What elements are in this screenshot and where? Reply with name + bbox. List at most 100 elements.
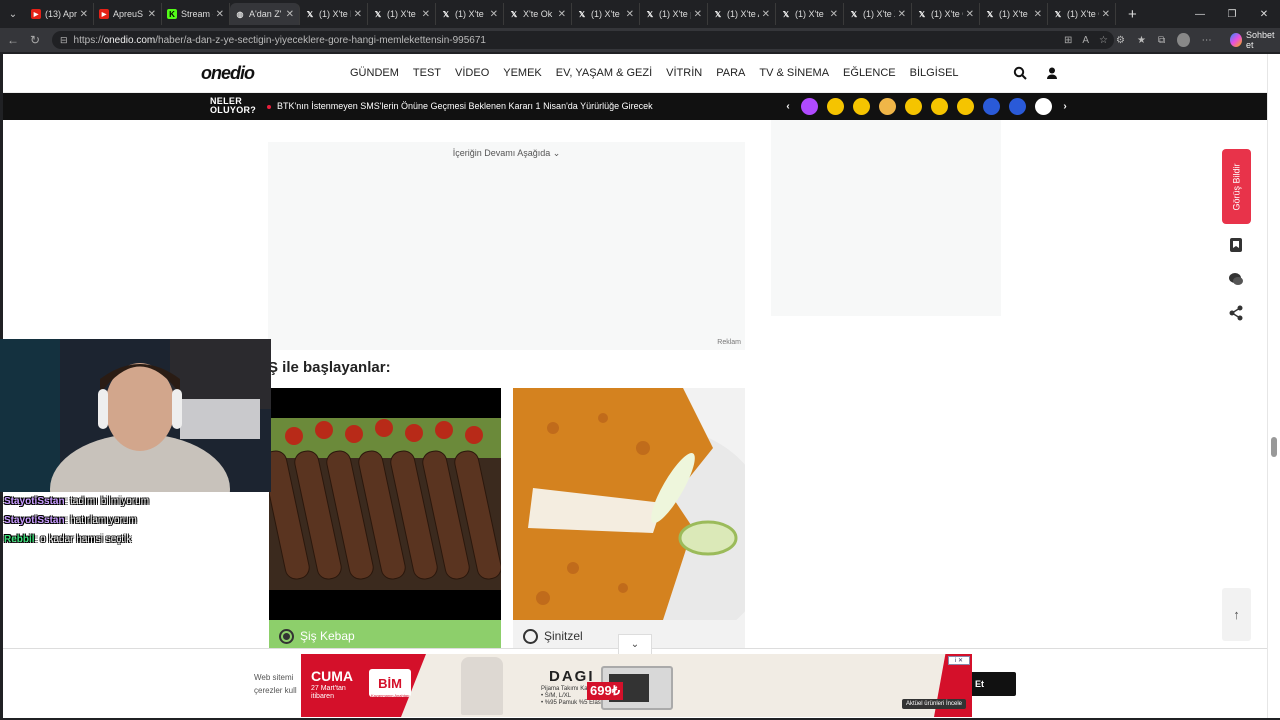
collapse-ad-button[interactable]: ⌄ <box>618 634 652 654</box>
x-icon: 𝕏 <box>918 9 926 19</box>
scroll-to-top-button[interactable]: ↑ <box>1222 588 1251 641</box>
refresh-icon[interactable]: ↻ <box>24 33 46 47</box>
url-path: /haber/a-dan-z-ye-sectigin-yiyeceklere-g… <box>155 34 486 46</box>
ok-icon[interactable] <box>1035 98 1052 115</box>
more-menu-icon[interactable]: ⋯ <box>1202 35 1212 46</box>
browser-tab[interactable]: 𝕏 (1) X'te O✕ <box>912 3 980 25</box>
nav-item[interactable]: VİDEO <box>455 67 489 79</box>
site-info-icon[interactable]: ⊟ <box>60 35 68 46</box>
app-available-icon[interactable]: ⊞ <box>1064 35 1072 46</box>
radio-selected[interactable] <box>279 628 294 644</box>
browser-tab[interactable]: 𝕏 (1) X'te A✕ <box>708 3 776 25</box>
close-tab-icon[interactable]: ✕ <box>354 9 362 20</box>
new-tab-icon[interactable]: + <box>1128 6 1137 23</box>
badge-icon[interactable] <box>983 98 1000 115</box>
chevron-left-icon[interactable]: ‹ <box>783 98 793 115</box>
option-label: Şinitzel <box>544 629 583 643</box>
browser-tab[interactable]: K Stream - ✕ <box>162 3 230 25</box>
extensions-icon[interactable]: ⚙ <box>1116 35 1125 46</box>
close-tab-icon[interactable]: ✕ <box>490 9 498 20</box>
browser-tab[interactable]: 𝕏 (1) X'te B✕ <box>368 3 436 25</box>
close-tab-icon[interactable]: ✕ <box>286 9 294 20</box>
browser-tab[interactable]: ◍ A'dan Z' ✕ <box>230 3 300 25</box>
tab-title: A'dan Z' <box>249 9 282 19</box>
browser-tab[interactable]: 𝕏 (1) X'te p✕ <box>640 3 708 25</box>
close-tab-icon[interactable]: ✕ <box>148 9 156 20</box>
laugh-icon[interactable] <box>957 98 974 115</box>
browser-tab[interactable]: 𝕏 (1) X'te B✕ <box>776 3 844 25</box>
bookmark-icon[interactable] <box>1228 237 1244 253</box>
option-card-sis-kebap[interactable]: Şiş Kebap <box>269 388 501 652</box>
collections-icon[interactable]: ⧉ <box>1158 35 1165 46</box>
favorites-icon[interactable]: ★ <box>1137 35 1146 46</box>
nerd-icon[interactable] <box>853 98 870 115</box>
nav-item[interactable]: PARA <box>716 67 745 79</box>
page-scrollbar[interactable] <box>1267 54 1280 718</box>
browser-tab[interactable]: 𝕏 (1) X'te B✕ <box>980 3 1048 25</box>
ad-date: 27 Mart'tan itibaren <box>311 685 346 700</box>
nav-item[interactable]: GÜNDEM <box>350 67 399 79</box>
close-tab-icon[interactable]: ✕ <box>558 9 566 20</box>
browser-tab[interactable]: 𝕏 (1) X'te C✕ <box>1048 3 1116 25</box>
badge2-icon[interactable] <box>1009 98 1026 115</box>
adchoices-icon[interactable]: i ✕ <box>948 656 970 665</box>
copilot-icon <box>1229 33 1242 47</box>
close-tab-icon[interactable]: ✕ <box>216 9 224 20</box>
feedback-button[interactable]: Görüş Bildir <box>1222 149 1251 224</box>
browser-tab[interactable]: 𝕏 (1) X'te B✕ <box>436 3 504 25</box>
profile-avatar[interactable] <box>1177 33 1190 47</box>
neutral-icon[interactable] <box>879 98 896 115</box>
nav-item[interactable]: VİTRİN <box>666 67 702 79</box>
scrollbar-thumb[interactable] <box>1271 437 1277 457</box>
close-tab-icon[interactable]: ✕ <box>898 9 906 20</box>
close-tab-icon[interactable]: ✕ <box>422 9 430 20</box>
bim-banner-ad[interactable]: CUMA 27 Mart'tan itibaren BİM Kazanmanın … <box>301 654 972 717</box>
browser-tab[interactable]: 𝕏 (1) X'te k✕ <box>300 3 368 25</box>
comments-icon[interactable] <box>1228 271 1244 287</box>
wtf-icon[interactable] <box>827 98 844 115</box>
close-window-icon[interactable]: ✕ <box>1248 0 1280 28</box>
close-tab-icon[interactable]: ✕ <box>80 9 88 20</box>
read-aloud-icon[interactable]: A <box>1082 35 1089 46</box>
browser-tab[interactable]: 𝕏 X'te Ok ✕ <box>504 3 572 25</box>
nav-item[interactable]: TEST <box>413 67 441 79</box>
share-icon[interactable] <box>1228 305 1244 321</box>
ad-cta[interactable]: Aktüel ürünleri İncele <box>901 699 966 709</box>
browser-tab[interactable]: ▶ (13) Apre✕ <box>26 3 94 25</box>
search-icon[interactable] <box>1013 66 1027 80</box>
close-tab-icon[interactable]: ✕ <box>694 9 702 20</box>
x-icon: 𝕏 <box>374 9 382 19</box>
nav-item[interactable]: BİLGİSEL <box>910 67 959 79</box>
restore-icon[interactable]: ❐ <box>1216 0 1248 28</box>
close-tab-icon[interactable]: ✕ <box>762 9 770 20</box>
close-tab-icon[interactable]: ✕ <box>626 9 634 20</box>
sad-icon[interactable] <box>931 98 948 115</box>
back-icon[interactable]: ← <box>2 33 24 47</box>
option-card-sinitzel[interactable]: Şinitzel <box>513 388 745 652</box>
address-toolbar: ← ↻ ⊟ https://onedio.com/haber/a-dan-z-y… <box>0 28 1280 52</box>
bok-icon[interactable] <box>801 98 818 115</box>
browser-tab[interactable]: 𝕏 (1) X'te Z✕ <box>844 3 912 25</box>
chevron-right-icon[interactable]: › <box>1060 98 1070 115</box>
x-icon: 𝕏 <box>986 9 994 19</box>
close-tab-icon[interactable]: ✕ <box>830 9 838 20</box>
copilot-button[interactable]: Sohbet et <box>1229 30 1280 50</box>
ticker-headline[interactable]: BTK'nın İstenmeyen SMS'lerin Önüne Geçme… <box>277 101 653 111</box>
love-icon[interactable] <box>905 98 922 115</box>
onedio-logo[interactable]: onedio <box>201 63 255 84</box>
nav-item[interactable]: YEMEK <box>503 67 542 79</box>
browser-tab[interactable]: ▶ ApreuS | ✕ <box>94 3 162 25</box>
address-bar[interactable]: ⊟ https://onedio.com/haber/a-dan-z-ye-se… <box>52 31 1114 49</box>
close-tab-icon[interactable]: ✕ <box>1102 9 1110 20</box>
tab-list-icon[interactable]: ⌄ <box>0 0 26 28</box>
user-icon[interactable] <box>1045 66 1059 80</box>
close-tab-icon[interactable]: ✕ <box>966 9 974 20</box>
nav-item[interactable]: EV, YAŞAM & GEZİ <box>556 67 652 79</box>
radio-unselected[interactable] <box>523 628 538 644</box>
close-tab-icon[interactable]: ✕ <box>1034 9 1042 20</box>
nav-item[interactable]: TV & SİNEMA <box>759 67 829 79</box>
favorite-star-icon[interactable]: ☆ <box>1099 35 1108 46</box>
minimize-icon[interactable]: — <box>1184 0 1216 28</box>
nav-item[interactable]: EĞLENCE <box>843 67 896 79</box>
browser-tab[interactable]: 𝕏 (1) X'te H✕ <box>572 3 640 25</box>
